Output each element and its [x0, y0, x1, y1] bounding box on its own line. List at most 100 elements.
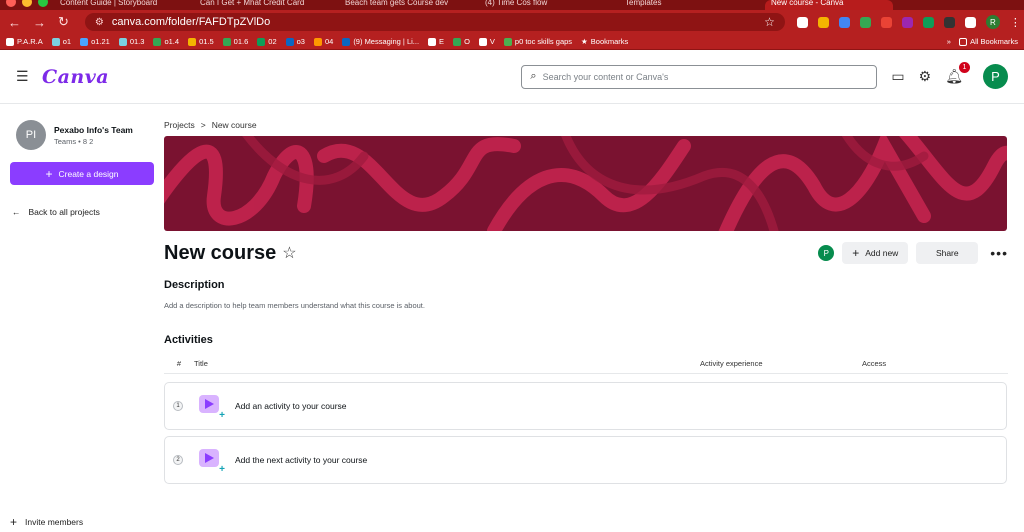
browser-tab[interactable]: Templates [625, 0, 725, 10]
browser-profile-avatar[interactable]: R [985, 15, 1000, 29]
bookmark-item[interactable]: (9) Messaging | Li... [342, 37, 419, 46]
browser-menu-icon[interactable]: ⋮ [1010, 16, 1021, 29]
bookmark-label: Bookmarks [590, 37, 629, 46]
all-bookmarks[interactable]: » All Bookmarks [947, 37, 1018, 46]
bookmark-item[interactable]: E [428, 37, 444, 46]
back-arrow-icon[interactable]: ← [8, 15, 21, 30]
description-text[interactable]: Add a description to help team members u… [164, 301, 1008, 310]
bookmark-item[interactable]: o3 [285, 37, 305, 46]
header-actions: ▭ ⚙ 🔔︎ 1 P [891, 62, 1008, 89]
bookmark-label: 02 [268, 37, 277, 46]
create-design-button[interactable]: + Create a design [10, 162, 154, 185]
bookmark-item[interactable]: p0 toc skills gaps [503, 37, 572, 46]
bookmark-item[interactable]: P.A.R.A [6, 37, 43, 46]
course-banner[interactable] [164, 136, 1007, 231]
activity-row[interactable]: 1 + Add an activity to your course [164, 382, 1007, 430]
share-label: Share [935, 248, 959, 258]
more-options-icon[interactable]: ••• [990, 245, 1008, 261]
column-access: Access [862, 359, 887, 368]
team-switcher[interactable]: PI Pexabo Info's Team Teams • 8 2 [16, 120, 154, 150]
title-row: New course ☆ P + Add new Share ••• [164, 241, 1008, 265]
bookmark-item[interactable]: o1.21 [80, 37, 110, 46]
column-number: # [176, 359, 182, 368]
activity-row[interactable]: 2 + Add the next activity to your course [164, 436, 1007, 484]
page-title[interactable]: New course [164, 242, 276, 265]
team-info: Pexabo Info's Team Teams • 8 2 [54, 125, 133, 146]
extension-icon[interactable] [817, 16, 829, 28]
browser-tab[interactable]: Can I Get + Mhat Credit Card [200, 0, 310, 10]
bookmark-icon [313, 37, 322, 46]
bookmark-icon [188, 37, 197, 46]
extensions-puzzle-icon[interactable] [943, 16, 955, 28]
bookmark-item[interactable]: 01.6 [222, 37, 248, 46]
bookmark-icon [51, 37, 60, 46]
bookmark-item[interactable]: o1.4 [153, 37, 179, 46]
url-text[interactable]: canva.com/folder/FAFDTpZVlDo [112, 16, 756, 28]
browser-tab-strip: Content Guide | Storyboard Can I Get + M… [0, 0, 1024, 10]
add-video-activity-icon: + [199, 449, 225, 475]
banner-pattern [164, 136, 1007, 231]
url-bar[interactable]: ⚙ canva.com/folder/FAFDTpZVlDo ☆ [84, 13, 785, 31]
bookmark-label: P.A.R.A [17, 37, 43, 46]
reload-icon[interactable]: ↻ [58, 14, 69, 30]
bookmark-label: V [489, 37, 495, 46]
bookmark-item[interactable]: 01.5 [188, 37, 214, 46]
browser-tab[interactable]: Beach team gets Course dev [345, 0, 455, 10]
browser-tab[interactable]: Content Guide | Storyboard [60, 0, 170, 10]
bookmark-item[interactable]: 04 [313, 37, 333, 46]
close-window-icon[interactable] [6, 0, 16, 7]
extension-icon[interactable] [838, 16, 850, 28]
extension-icon[interactable] [901, 16, 913, 28]
plus-icon: + [852, 246, 860, 260]
add-new-button[interactable]: + Add new [842, 242, 909, 264]
forward-arrow-icon[interactable]: → [33, 15, 46, 30]
main-content: Projects > New course New course ☆ P + A… [164, 104, 1024, 531]
bookmark-item[interactable]: 02 [257, 37, 277, 46]
bookmark-item[interactable]: o1 [51, 37, 71, 46]
bookmark-item[interactable]: V [478, 37, 495, 46]
plus-icon: + [45, 166, 53, 181]
bookmark-label: o3 [296, 37, 305, 46]
desktop-app-icon[interactable]: ▭ [891, 68, 904, 85]
download-icon[interactable] [964, 16, 976, 28]
browser-tab-active[interactable]: New course - Canva [765, 0, 893, 10]
bookmark-item[interactable]: 01.3 [118, 37, 145, 46]
extension-icon[interactable] [880, 16, 892, 28]
invite-members-link[interactable]: + Invite members [10, 515, 83, 529]
linkedin-icon [342, 37, 351, 46]
site-settings-icon[interactable]: ⚙ [95, 17, 104, 28]
star-icon[interactable]: ☆ [282, 243, 296, 263]
user-avatar[interactable]: P [983, 64, 1008, 89]
search-box[interactable]: ⌕ [521, 64, 878, 89]
search-input[interactable] [542, 71, 869, 82]
breadcrumb-projects[interactable]: Projects [164, 120, 195, 130]
gear-icon[interactable]: ⚙ [919, 68, 932, 85]
bookmark-label: 01.3 [129, 37, 145, 46]
browser-tab[interactable]: (4) Time Cos flow [485, 0, 585, 10]
invite-label: Invite members [25, 517, 84, 527]
owner-avatar[interactable]: P [818, 245, 835, 261]
minimize-window-icon[interactable] [22, 0, 32, 7]
bookmark-label: O [464, 37, 470, 46]
add-new-label: Add new [865, 248, 899, 258]
bookmark-icon [222, 37, 231, 46]
bookmark-star-icon[interactable]: ☆ [764, 15, 775, 29]
maximize-window-icon[interactable] [38, 0, 48, 7]
share-button[interactable]: Share [916, 242, 979, 264]
back-to-projects-link[interactable]: ← Back to all projects [12, 207, 154, 217]
activity-number: 2 [173, 455, 183, 465]
extension-icon[interactable] [922, 16, 934, 28]
extension-icon[interactable] [796, 16, 808, 28]
bell-icon[interactable]: 🔔︎ 1 [945, 62, 970, 85]
notification-badge: 1 [959, 62, 970, 73]
bookmark-icon [503, 37, 512, 46]
extension-icon[interactable] [859, 16, 871, 28]
hamburger-menu-icon[interactable]: ☰ [16, 68, 30, 85]
window-controls[interactable] [6, 0, 48, 7]
back-link-label: Back to all projects [28, 207, 100, 217]
bookmark-icon [478, 37, 487, 46]
bookmark-item[interactable]: ★ Bookmarks [581, 37, 628, 46]
bookmark-item[interactable]: O [453, 37, 470, 46]
canva-logo[interactable]: Canva [42, 66, 109, 88]
folder-icon [959, 37, 968, 46]
